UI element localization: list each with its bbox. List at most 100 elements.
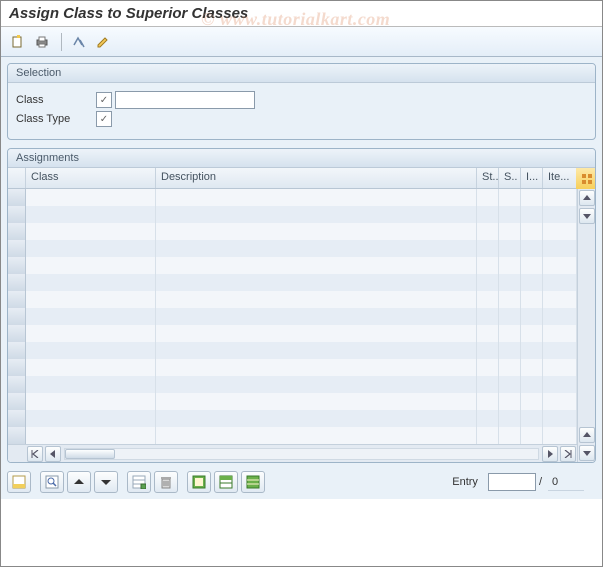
find-icon[interactable] — [40, 471, 64, 493]
cell-s[interactable] — [499, 427, 521, 444]
scroll-down-icon[interactable] — [579, 208, 595, 224]
cell-description[interactable] — [156, 274, 477, 291]
cell-class[interactable] — [26, 359, 156, 376]
cell-class[interactable] — [26, 223, 156, 240]
cell-i[interactable] — [521, 393, 543, 410]
cell-description[interactable] — [156, 359, 477, 376]
cell-class[interactable] — [26, 257, 156, 274]
grid-header-selector[interactable] — [8, 168, 26, 188]
cell-item[interactable] — [543, 291, 577, 308]
cell-item[interactable] — [543, 240, 577, 257]
cell-item[interactable] — [543, 223, 577, 240]
cell-description[interactable] — [156, 393, 477, 410]
table-row[interactable] — [8, 291, 577, 308]
cell-description[interactable] — [156, 427, 477, 444]
cell-status[interactable] — [477, 342, 499, 359]
cell-item[interactable] — [543, 427, 577, 444]
pencil-icon[interactable] — [92, 31, 114, 53]
table-row[interactable] — [8, 308, 577, 325]
sort-desc-icon[interactable] — [67, 471, 91, 493]
cell-status[interactable] — [477, 308, 499, 325]
table-row[interactable] — [8, 427, 577, 444]
h-scroll-thumb[interactable] — [65, 449, 115, 459]
table-row[interactable] — [8, 325, 577, 342]
cell-s[interactable] — [499, 257, 521, 274]
row-selector[interactable] — [8, 325, 26, 342]
cell-status[interactable] — [477, 206, 499, 223]
cell-i[interactable] — [521, 308, 543, 325]
delete-row-icon[interactable] — [154, 471, 178, 493]
row-selector[interactable] — [8, 393, 26, 410]
cell-s[interactable] — [499, 291, 521, 308]
cell-class[interactable] — [26, 274, 156, 291]
cell-s[interactable] — [499, 240, 521, 257]
cell-item[interactable] — [543, 376, 577, 393]
table-row[interactable] — [8, 257, 577, 274]
row-selector[interactable] — [8, 410, 26, 427]
cell-status[interactable] — [477, 376, 499, 393]
cell-item[interactable] — [543, 257, 577, 274]
cell-i[interactable] — [521, 342, 543, 359]
sort-asc-icon[interactable] — [94, 471, 118, 493]
cell-i[interactable] — [521, 427, 543, 444]
cell-s[interactable] — [499, 274, 521, 291]
cell-s[interactable] — [499, 189, 521, 206]
select-all-icon[interactable] — [7, 471, 31, 493]
cell-description[interactable] — [156, 342, 477, 359]
cell-status[interactable] — [477, 359, 499, 376]
cell-class[interactable] — [26, 240, 156, 257]
cell-item[interactable] — [543, 189, 577, 206]
new-icon[interactable] — [7, 31, 29, 53]
cell-item[interactable] — [543, 359, 577, 376]
class-type-required-indicator[interactable]: ✓ — [96, 111, 112, 127]
table-row[interactable] — [8, 376, 577, 393]
table-row[interactable] — [8, 274, 577, 291]
row-selector[interactable] — [8, 291, 26, 308]
copy-block-icon[interactable] — [241, 471, 265, 493]
cell-class[interactable] — [26, 189, 156, 206]
row-selector[interactable] — [8, 376, 26, 393]
select-block-icon[interactable] — [187, 471, 211, 493]
cell-description[interactable] — [156, 291, 477, 308]
table-row[interactable] — [8, 359, 577, 376]
cell-status[interactable] — [477, 410, 499, 427]
grid-vertical-scrollbar[interactable] — [577, 168, 595, 462]
cell-description[interactable] — [156, 376, 477, 393]
display-change-icon[interactable] — [68, 31, 90, 53]
cell-i[interactable] — [521, 189, 543, 206]
grid-header-description[interactable]: Description — [156, 168, 477, 188]
row-selector[interactable] — [8, 189, 26, 206]
cell-status[interactable] — [477, 257, 499, 274]
grid-header-status[interactable]: St... — [477, 168, 499, 188]
cell-item[interactable] — [543, 206, 577, 223]
scroll-left-first-icon[interactable] — [27, 446, 43, 462]
cell-description[interactable] — [156, 189, 477, 206]
row-selector[interactable] — [8, 308, 26, 325]
cell-description[interactable] — [156, 223, 477, 240]
cell-s[interactable] — [499, 325, 521, 342]
grid-header-i[interactable]: I... — [521, 168, 543, 188]
cell-description[interactable] — [156, 206, 477, 223]
cell-status[interactable] — [477, 274, 499, 291]
cell-i[interactable] — [521, 325, 543, 342]
cell-i[interactable] — [521, 291, 543, 308]
table-row[interactable] — [8, 240, 577, 257]
cell-i[interactable] — [521, 376, 543, 393]
cell-s[interactable] — [499, 206, 521, 223]
row-selector[interactable] — [8, 223, 26, 240]
table-row[interactable] — [8, 342, 577, 359]
cell-description[interactable] — [156, 240, 477, 257]
cell-class[interactable] — [26, 393, 156, 410]
cell-i[interactable] — [521, 274, 543, 291]
cell-status[interactable] — [477, 291, 499, 308]
insert-row-icon[interactable] — [127, 471, 151, 493]
cell-i[interactable] — [521, 206, 543, 223]
cell-status[interactable] — [477, 427, 499, 444]
cell-item[interactable] — [543, 308, 577, 325]
cell-description[interactable] — [156, 257, 477, 274]
cell-class[interactable] — [26, 342, 156, 359]
row-selector[interactable] — [8, 240, 26, 257]
cell-class[interactable] — [26, 427, 156, 444]
table-row[interactable] — [8, 393, 577, 410]
cell-status[interactable] — [477, 189, 499, 206]
